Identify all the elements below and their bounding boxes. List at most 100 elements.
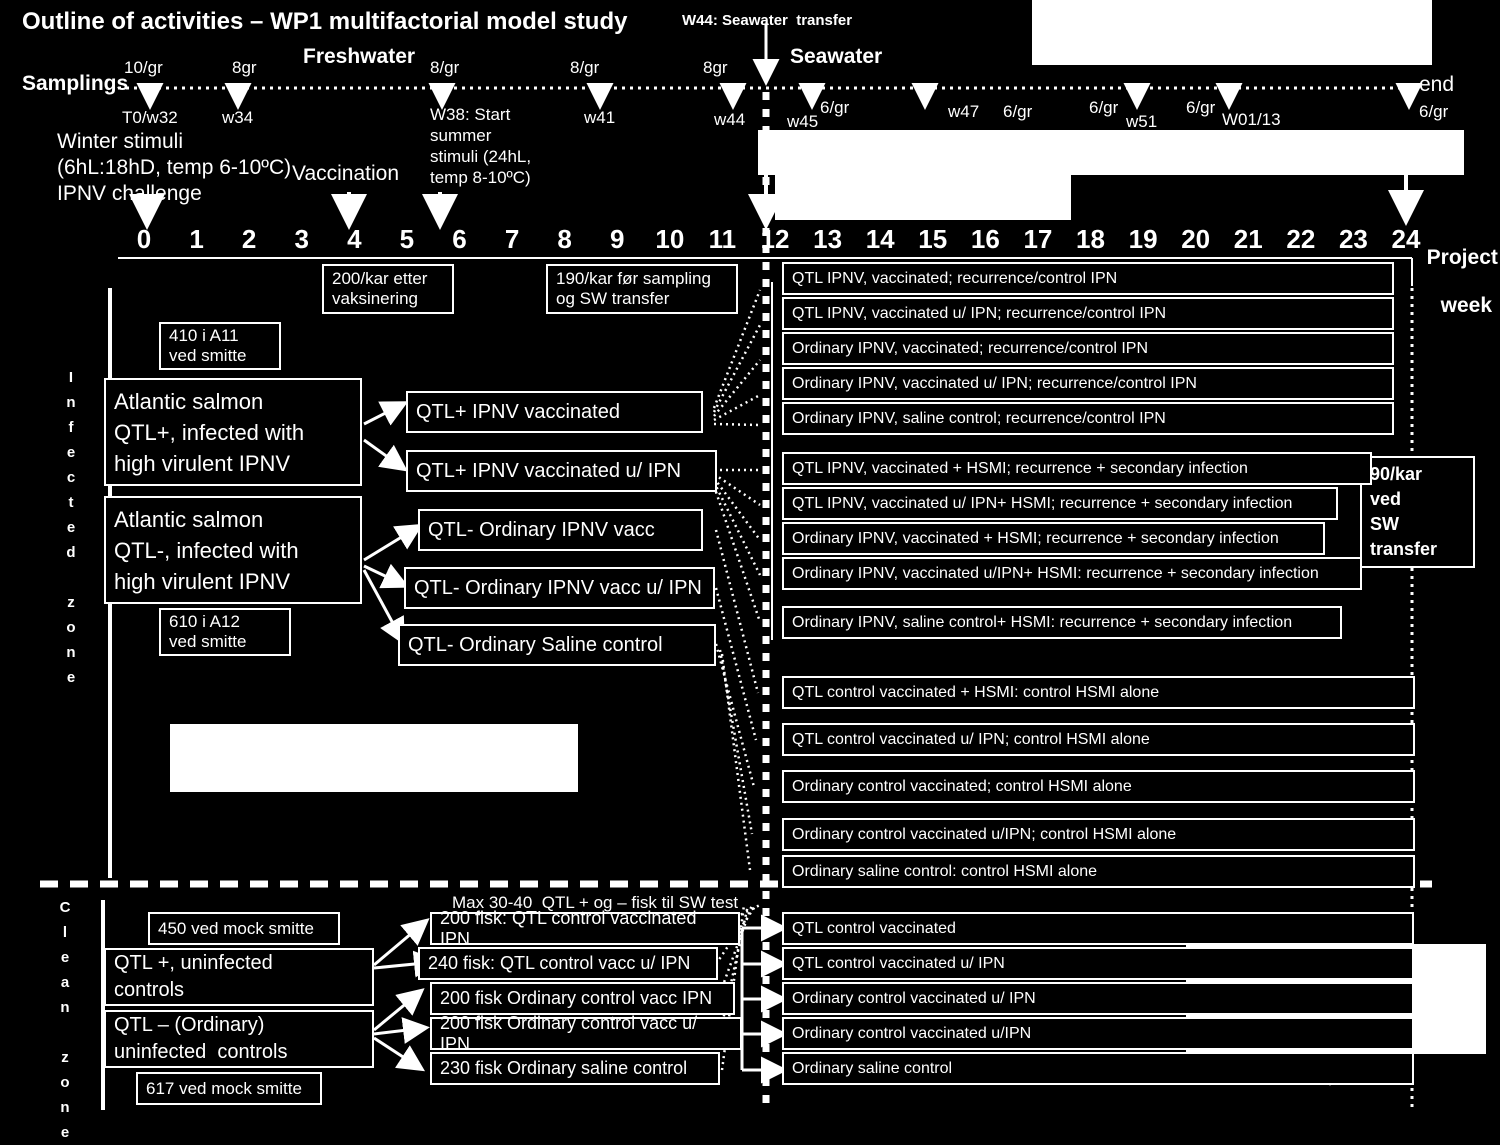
zone-label-char: o	[60, 1074, 70, 1091]
sampling-week-7: w51	[1126, 112, 1158, 131]
zone-label-char: t	[68, 494, 74, 511]
group-infected-3[interactable]: QTL- Ordinary IPNV vacc	[418, 509, 703, 551]
outcome-control-hsmi-2-text: QTL control vaccinated u/ IPN; control H…	[792, 730, 1150, 748]
blank-region-2	[758, 130, 1464, 175]
source-clean-qtl-plus[interactable]: QTL +, uninfected controls	[104, 948, 374, 1006]
outcome-hsmi-4[interactable]: Ordinary IPNV, vaccinated u/IPN+ HSMI: r…	[782, 557, 1362, 590]
note-200-kar-text: 200/kar etter vaksinering	[332, 269, 428, 308]
group-infected-1[interactable]: QTL+ IPNV vaccinated	[406, 391, 703, 433]
clean-outcome-1-text: QTL control vaccinated	[792, 919, 956, 937]
outcome-hsmi-2[interactable]: QTL IPNV, vaccinated u/ IPN+ HSMI; recur…	[782, 487, 1338, 520]
clean-group-5[interactable]: 230 fisk Ordinary saline control	[430, 1052, 720, 1085]
zone-label-char: n	[66, 394, 76, 411]
clean-outcome-3[interactable]: Ordinary control vaccinated u/ IPN	[782, 982, 1414, 1015]
outcome-control-hsmi-4[interactable]: Ordinary control vaccinated u/IPN; contr…	[782, 818, 1415, 851]
source-qtl-plus[interactable]: Atlantic salmon QTL+, infected with high…	[104, 378, 362, 486]
zone-label-char: e	[66, 444, 76, 461]
clean-group-2-text: 240 fisk: QTL control vacc u/ IPN	[428, 953, 691, 973]
outcome-recurrence-3-text: Ordinary IPNV, vaccinated; recurrence/co…	[792, 339, 1149, 357]
source-clean-qtl-minus-text: QTL – (Ordinary) uninfected controls	[114, 1014, 288, 1063]
group-infected-4[interactable]: QTL- Ordinary IPNV vacc u/ IPN	[404, 567, 715, 609]
clean-outcome-2-text: QTL control vaccinated u/ IPN	[792, 954, 1005, 972]
sampling-week-0: T0/w32	[122, 108, 178, 127]
clean-group-3[interactable]: 200 fisk Ordinary control vacc IPN	[430, 982, 735, 1015]
group-infected-4-text: QTL- Ordinary IPNV vacc u/ IPN	[414, 576, 702, 599]
outcome-control-hsmi-4-text: Ordinary control vaccinated u/IPN; contr…	[792, 825, 1177, 843]
sampling-gr-2: 8/gr	[430, 58, 460, 77]
blank-region-3	[775, 175, 1071, 220]
group-infected-3-text: QTL- Ordinary IPNV vacc	[428, 518, 655, 541]
zone-label-char	[56, 1020, 74, 1045]
zone-label-char: I	[68, 369, 74, 386]
week-number-20: 20	[1181, 224, 1211, 254]
clean-outcome-4[interactable]: Ordinary control vaccinated u/IPN	[782, 1017, 1414, 1050]
source-clean-qtl-minus[interactable]: QTL – (Ordinary) uninfected controls	[104, 1010, 374, 1068]
zone-label-char: a	[60, 974, 70, 991]
outcome-control-hsmi-2[interactable]: QTL control vaccinated u/ IPN; control H…	[782, 723, 1415, 756]
note-190-kar-text: 190/kar før sampling og SW transfer	[556, 269, 711, 308]
outcome-control-hsmi-1[interactable]: QTL control vaccinated + HSMI: control H…	[782, 676, 1415, 709]
project-week-line2: week	[1440, 294, 1493, 317]
clean-outcome-5[interactable]: Ordinary saline control	[782, 1052, 1414, 1085]
week-number-23: 23	[1338, 224, 1368, 254]
clean-group-4[interactable]: 200 fisk Ordinary control vacc u/ IPN	[430, 1013, 742, 1054]
zone-label-char: l	[62, 924, 68, 941]
note-90-kar-text: 90/kar ved SW transfer	[1370, 464, 1438, 559]
week-number-7: 7	[504, 224, 520, 254]
freshwater-label: Freshwater	[303, 45, 416, 68]
zone-label-char: o	[66, 619, 76, 636]
group-infected-5-text: QTL- Ordinary Saline control	[408, 633, 663, 656]
week-number-15: 15	[918, 224, 948, 254]
clean-zone-label: Clean zone	[56, 895, 74, 1145]
outcome-recurrence-2-text: QTL IPNV, vaccinated u/ IPN; recurrence/…	[792, 304, 1167, 322]
outcome-recurrence-4[interactable]: Ordinary IPNV, vaccinated u/ IPN; recurr…	[782, 367, 1394, 400]
outcome-hsmi-3[interactable]: Ordinary IPNV, vaccinated + HSMI; recurr…	[782, 522, 1325, 555]
week-number-5: 5	[399, 224, 415, 254]
clean-group-1[interactable]: 200 fisk: QTL control vaccinated IPN	[430, 908, 740, 949]
group-infected-5[interactable]: QTL- Ordinary Saline control	[398, 624, 716, 666]
count-610-text: 610 i A12 ved smitte	[169, 612, 247, 651]
zone-label-char: n	[66, 644, 76, 661]
outcome-control-hsmi-5[interactable]: Ordinary saline control: control HSMI al…	[782, 855, 1415, 888]
week-number-13: 13	[813, 224, 843, 254]
source-qtl-minus[interactable]: Atlantic salmon QTL-, infected with high…	[104, 496, 362, 604]
clean-outcome-1[interactable]: QTL control vaccinated	[782, 912, 1414, 945]
sampling-gr-8: 6/gr	[1186, 98, 1216, 117]
sampling-gr-4: 8gr	[703, 58, 728, 77]
week-number-17: 17	[1023, 224, 1053, 254]
seawater-label: Seawater	[790, 45, 883, 68]
clean-group-2[interactable]: 240 fisk: QTL control vacc u/ IPN	[418, 947, 718, 980]
outcome-control-hsmi-3[interactable]: Ordinary control vaccinated; control HSM…	[782, 770, 1415, 803]
week-number-3: 3	[294, 224, 309, 254]
outcome-recurrence-5[interactable]: Ordinary IPNV, saline control; recurrenc…	[782, 402, 1394, 435]
week-number-9: 9	[610, 224, 625, 254]
week-number-0: 0	[136, 224, 152, 254]
source-qtl-plus-text: Atlantic salmon QTL+, infected with high…	[114, 388, 305, 476]
sampling-week-5: w45	[787, 112, 819, 131]
week-number-21: 21	[1233, 224, 1263, 254]
week-number-1: 1	[189, 224, 204, 254]
week-number-18: 18	[1076, 224, 1105, 254]
zone-label-char: e	[66, 669, 76, 686]
week-number-11: 11	[708, 224, 737, 254]
sampling-week-6: w47	[948, 102, 980, 121]
zone-label-char: n	[60, 1099, 70, 1116]
zone-label-char: z	[67, 594, 75, 611]
end-gr: 6/gr	[1419, 102, 1449, 121]
clean-group-1-text: 200 fisk: QTL control vaccinated IPN	[440, 907, 697, 949]
clean-outcome-2[interactable]: QTL control vaccinated u/ IPN	[782, 947, 1414, 980]
outcome-hsmi-5[interactable]: Ordinary IPNV, saline control+ HSMI: rec…	[782, 606, 1342, 639]
group-infected-2[interactable]: QTL+ IPNV vaccinated u/ IPN	[406, 450, 717, 492]
blank-region-1	[1032, 0, 1432, 65]
sampling-gr-6: 6/gr	[1003, 102, 1033, 121]
vaccination-label: Vaccination	[292, 162, 400, 185]
zone-label-char: c	[66, 469, 76, 486]
outcome-hsmi-1[interactable]: QTL IPNV, vaccinated + HSMI; recurrence …	[782, 452, 1372, 485]
outcome-recurrence-3[interactable]: Ordinary IPNV, vaccinated; recurrence/co…	[782, 332, 1394, 365]
count-617: 617 ved mock smitte	[136, 1072, 322, 1105]
outcome-control-hsmi-5-text: Ordinary saline control: control HSMI al…	[792, 862, 1098, 880]
week-number-14: 14	[865, 224, 895, 254]
outcome-recurrence-2[interactable]: QTL IPNV, vaccinated u/ IPN; recurrence/…	[782, 297, 1394, 330]
samplings-label: Samplings	[22, 72, 129, 95]
outcome-recurrence-1[interactable]: QTL IPNV, vaccinated; recurrence/control…	[782, 262, 1394, 295]
